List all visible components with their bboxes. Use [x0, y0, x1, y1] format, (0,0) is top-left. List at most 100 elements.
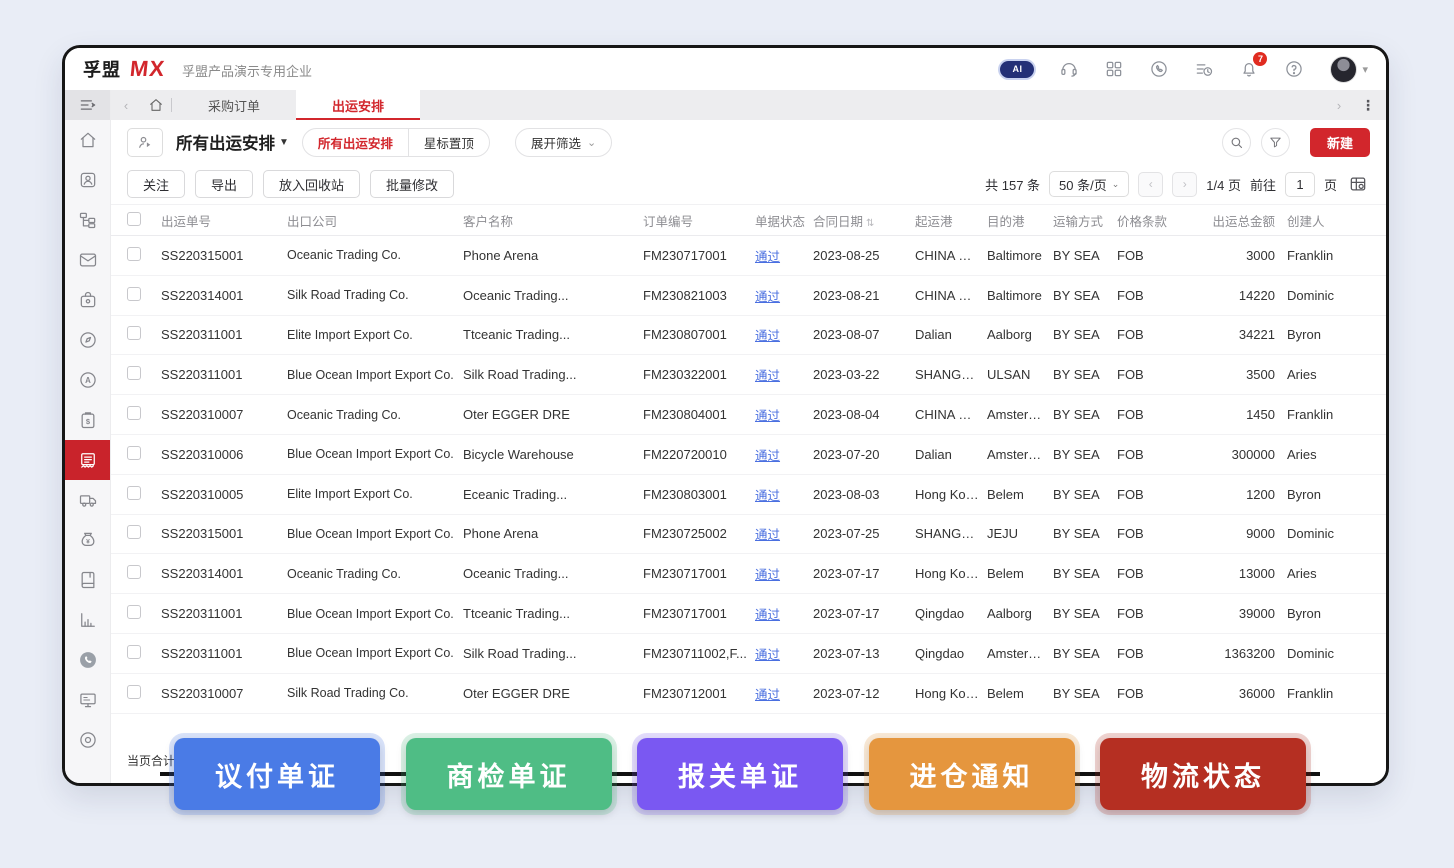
row-checkbox[interactable] — [127, 685, 161, 702]
workflow-button-报关单证[interactable]: 报关单证 — [637, 738, 843, 810]
table-row[interactable]: SS220311001Blue Ocean Import Export Co.T… — [111, 594, 1386, 634]
segment-星标置顶[interactable]: 星标置顶 — [408, 129, 489, 156]
tab-back-icon[interactable]: ‹ — [111, 90, 141, 120]
sidebar-item-money-bag-icon[interactable]: ¥ — [65, 520, 110, 560]
toolbar-button-导出[interactable]: 导出 — [195, 170, 253, 198]
workflow-button-议付单证[interactable]: 议付单证 — [174, 738, 380, 810]
view-selector[interactable]: 所有出运安排 ▼ — [176, 130, 289, 154]
sidebar-item-truck-icon[interactable] — [65, 480, 110, 520]
row-checkbox[interactable] — [127, 645, 161, 662]
checkbox[interactable] — [127, 446, 141, 460]
checkbox[interactable] — [127, 685, 141, 699]
row-checkbox[interactable] — [127, 446, 161, 463]
whatsapp-icon[interactable] — [1149, 59, 1169, 79]
row-checkbox[interactable] — [127, 287, 161, 304]
sort-icon[interactable]: ⇅ — [866, 218, 874, 229]
help-icon[interactable] — [1284, 59, 1304, 79]
table-row[interactable]: SS220310005Elite Import Export Co.Eceani… — [111, 475, 1386, 515]
segment-所有出运安排[interactable]: 所有出运安排 — [303, 129, 408, 156]
sidebar-item-ledger-icon[interactable] — [65, 560, 110, 600]
sidebar-item-finance-clipboard-icon[interactable]: $ — [65, 400, 110, 440]
table-row[interactable]: SS220311001Blue Ocean Import Export Co.S… — [111, 355, 1386, 395]
status-link[interactable]: 通过 — [755, 688, 780, 702]
table-row[interactable]: SS220314001Silk Road Trading Co.Oceanic … — [111, 276, 1386, 316]
tab-采购订单[interactable]: 采购订单 — [172, 90, 296, 120]
status-link[interactable]: 通过 — [755, 290, 780, 304]
row-checkbox[interactable] — [127, 406, 161, 423]
status-link[interactable]: 通过 — [755, 489, 780, 503]
toolbar-button-放入回收站[interactable]: 放入回收站 — [263, 170, 360, 198]
table-row[interactable]: SS220314001Oceanic Trading Co.Oceanic Tr… — [111, 554, 1386, 594]
status-link[interactable]: 通过 — [755, 250, 780, 264]
owner-filter-button[interactable] — [127, 128, 163, 157]
sidebar-item-settings-icon[interactable] — [65, 720, 110, 760]
sidebar-item-org-chart-icon[interactable] — [65, 200, 110, 240]
search-icon[interactable] — [1222, 128, 1251, 157]
tab-forward-icon[interactable]: › — [1324, 98, 1354, 113]
table-row[interactable]: SS220310007Oceanic Trading Co.Oter EGGER… — [111, 395, 1386, 435]
sidebar-item-mail-icon[interactable] — [65, 240, 110, 280]
ai-assistant-icon[interactable]: AI — [1000, 61, 1034, 78]
table-row[interactable]: SS220310007Silk Road Trading Co.Oter EGG… — [111, 674, 1386, 714]
create-button[interactable]: 新建 — [1310, 128, 1370, 157]
checkbox[interactable] — [127, 605, 141, 619]
filter-funnel-icon[interactable] — [1261, 128, 1290, 157]
tab-menu-icon[interactable]: ⋮ — [1358, 97, 1378, 114]
sidebar-collapse-icon[interactable] — [65, 90, 110, 120]
table-row[interactable]: SS220310006Blue Ocean Import Export Co.B… — [111, 435, 1386, 475]
goto-page-input[interactable]: 1 — [1285, 172, 1315, 197]
bell-icon[interactable]: 7 — [1239, 59, 1259, 79]
sidebar-item-monitor-icon[interactable] — [65, 680, 110, 720]
workflow-button-进仓通知[interactable]: 进仓通知 — [869, 738, 1075, 810]
checkbox[interactable] — [127, 212, 141, 226]
sidebar-item-home-icon[interactable] — [65, 120, 110, 160]
table-row[interactable]: SS220315001Blue Ocean Import Export Co.P… — [111, 515, 1386, 555]
row-checkbox[interactable] — [127, 366, 161, 383]
select-all-checkbox[interactable] — [127, 212, 161, 229]
row-checkbox[interactable] — [127, 565, 161, 582]
checkbox[interactable] — [127, 326, 141, 340]
workflow-button-物流状态[interactable]: 物流状态 — [1100, 738, 1306, 810]
sidebar-item-compass-icon[interactable] — [65, 320, 110, 360]
status-link[interactable]: 通过 — [755, 648, 780, 662]
status-link[interactable]: 通过 — [755, 528, 780, 542]
status-link[interactable]: 通过 — [755, 409, 780, 423]
task-list-icon[interactable] — [1194, 59, 1214, 79]
checkbox[interactable] — [127, 287, 141, 301]
sidebar-item-orders-bag-icon[interactable] — [65, 280, 110, 320]
row-checkbox[interactable] — [127, 326, 161, 343]
table-row[interactable]: SS220311001Elite Import Export Co.Ttcean… — [111, 316, 1386, 356]
home-icon[interactable] — [141, 90, 171, 120]
toolbar-button-批量修改[interactable]: 批量修改 — [370, 170, 454, 198]
checkbox[interactable] — [127, 366, 141, 380]
checkbox[interactable] — [127, 565, 141, 579]
status-link[interactable]: 通过 — [755, 608, 780, 622]
checkbox[interactable] — [127, 645, 141, 659]
row-checkbox[interactable] — [127, 247, 161, 264]
sidebar-item-contacts-icon[interactable] — [65, 160, 110, 200]
sidebar-item-whatsapp-icon[interactable] — [65, 640, 110, 680]
prev-page-button[interactable]: ‹ — [1138, 172, 1163, 197]
checkbox[interactable] — [127, 406, 141, 420]
sidebar-item-shipping-doc-icon[interactable] — [65, 440, 110, 480]
status-link[interactable]: 通过 — [755, 329, 780, 343]
page-size-select[interactable]: 50 条/页 ⌄ — [1049, 171, 1129, 197]
expand-filter-button[interactable]: 展开筛选 ⌄ — [515, 128, 612, 157]
toolbar-button-关注[interactable]: 关注 — [127, 170, 185, 198]
row-checkbox[interactable] — [127, 525, 161, 542]
workflow-button-商检单证[interactable]: 商检单证 — [406, 738, 612, 810]
table-row[interactable]: SS220315001Oceanic Trading Co.Phone Aren… — [111, 236, 1386, 276]
row-checkbox[interactable] — [127, 605, 161, 622]
apps-grid-icon[interactable] — [1104, 59, 1124, 79]
user-avatar[interactable]: ▾ — [1330, 56, 1368, 83]
status-link[interactable]: 通过 — [755, 568, 780, 582]
column-settings-icon[interactable] — [1346, 172, 1370, 196]
sidebar-item-bar-chart-icon[interactable] — [65, 600, 110, 640]
checkbox[interactable] — [127, 525, 141, 539]
next-page-button[interactable]: › — [1172, 172, 1197, 197]
table-row[interactable]: SS220311001Blue Ocean Import Export Co.S… — [111, 634, 1386, 674]
status-link[interactable]: 通过 — [755, 449, 780, 463]
headset-support-icon[interactable] — [1059, 59, 1079, 79]
sidebar-item-target-a-icon[interactable]: A — [65, 360, 110, 400]
checkbox[interactable] — [127, 247, 141, 261]
